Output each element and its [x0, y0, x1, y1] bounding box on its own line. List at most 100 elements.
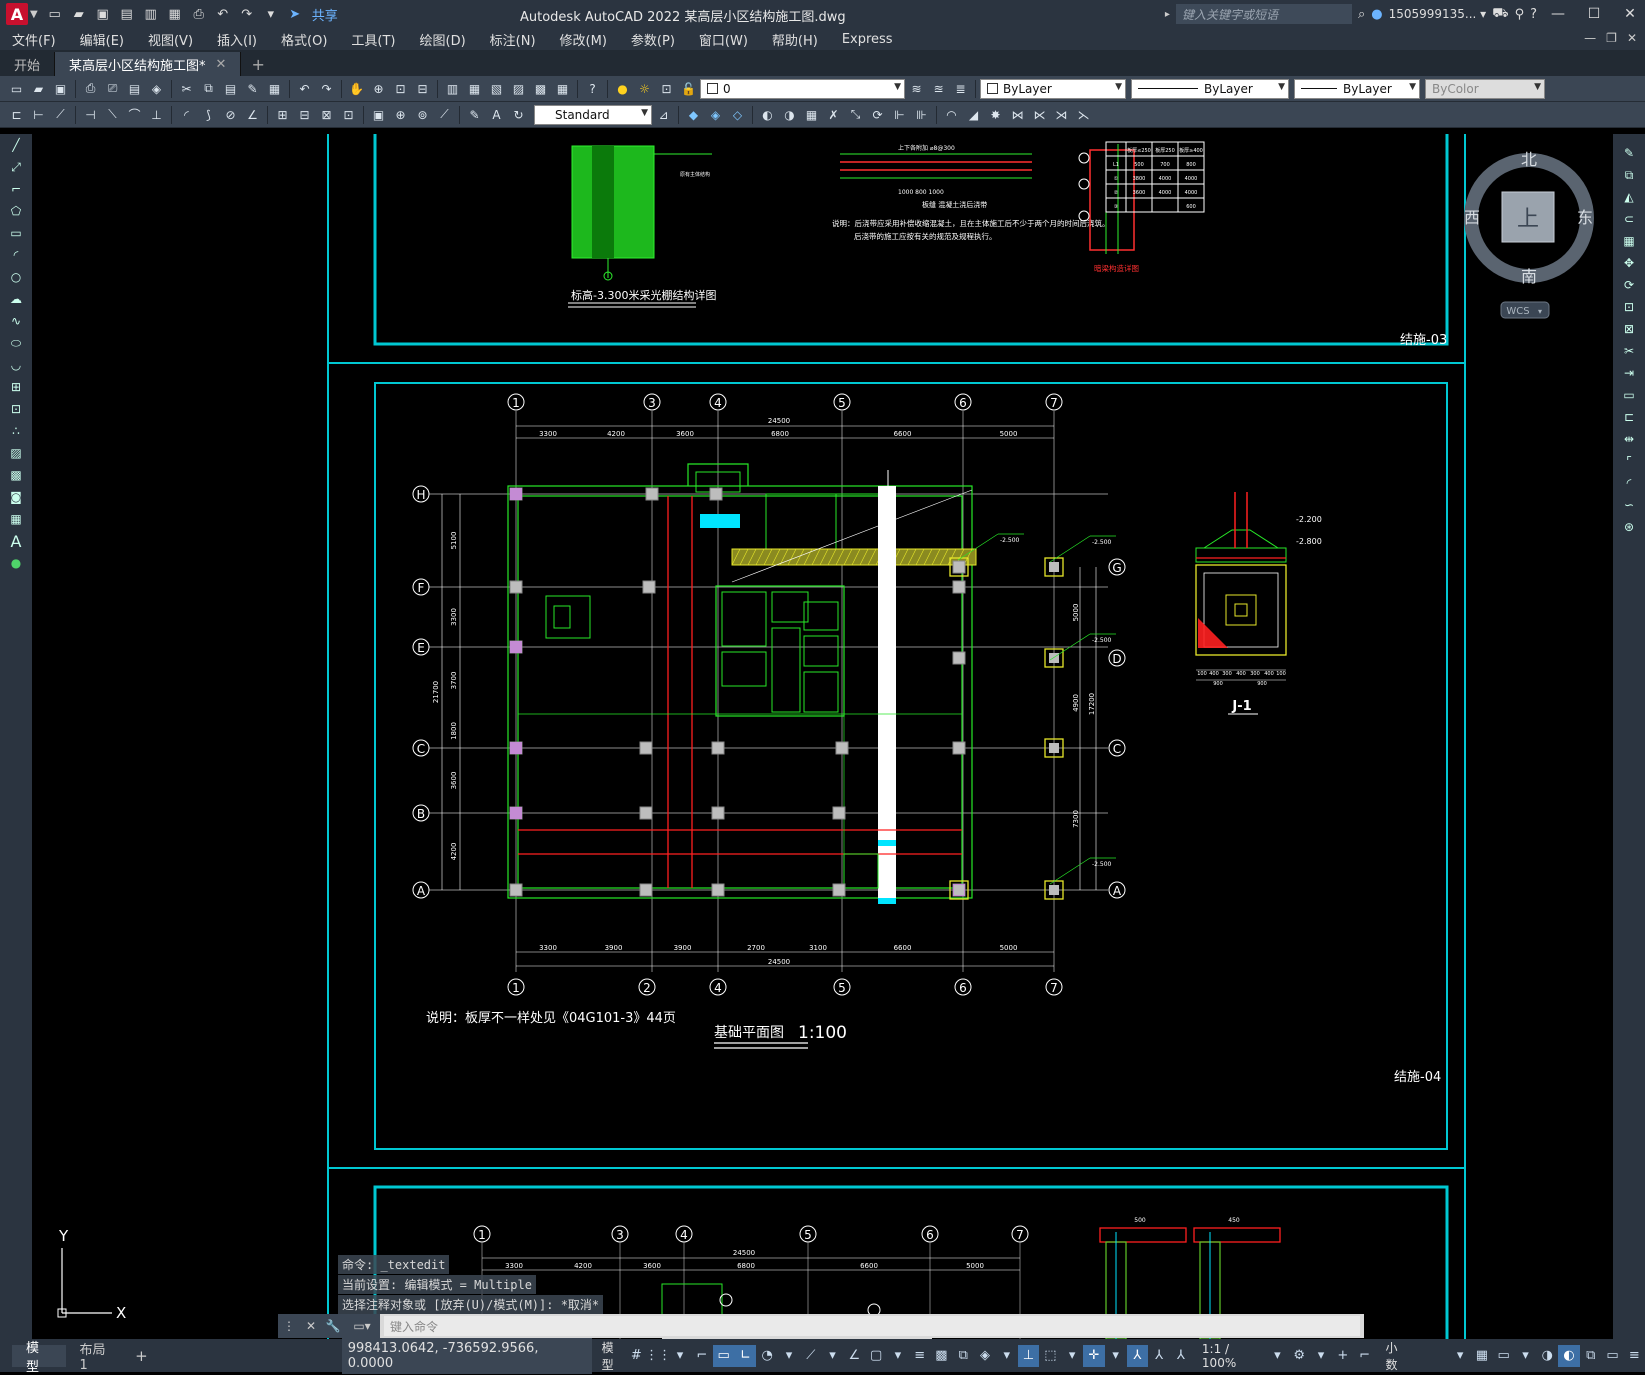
- linear-dimension-icon[interactable]: ⊢: [28, 104, 49, 125]
- copy-object-icon[interactable]: ◈: [705, 104, 726, 125]
- autodesk-a360-icon[interactable]: ⚲: [1515, 7, 1525, 22]
- zoom-window-icon[interactable]: ⊡: [390, 78, 411, 99]
- break-icon[interactable]: ⊏: [1617, 406, 1641, 428]
- model-space-drawing[interactable]: 原有主体结构 标高-3.300米采光棚结构详图 上下各附加 ⌀8@300 100…: [32, 134, 1613, 1339]
- menu-item-4[interactable]: 格式(O): [281, 30, 327, 49]
- tolerance-icon[interactable]: ▣: [368, 104, 389, 125]
- linetype-dropdown[interactable]: ByLayer ▼: [1131, 78, 1289, 99]
- rectangle-icon[interactable]: ▭: [0, 222, 32, 244]
- units-value[interactable]: 小数: [1385, 1339, 1409, 1373]
- 3d-osnap-icon[interactable]: ◈: [974, 1345, 996, 1367]
- join-icon[interactable]: ⋈: [1007, 104, 1028, 125]
- dim-diameter-icon[interactable]: ⊘: [220, 104, 241, 125]
- snap-dropdown-icon[interactable]: ▾: [669, 1345, 691, 1367]
- help-icon[interactable]: ?: [1530, 7, 1537, 22]
- dimstyle-manager-icon[interactable]: ⊿: [653, 104, 674, 125]
- sheet-set-icon[interactable]: ▨: [508, 78, 529, 99]
- scale-icon[interactable]: ⤡: [845, 104, 866, 125]
- open-web-icon[interactable]: ▥: [140, 4, 162, 24]
- lineweight-dropdown[interactable]: ByLayer ▼: [1294, 78, 1420, 99]
- rotate-icon[interactable]: ⟳: [867, 104, 888, 125]
- annotation-visibility-icon[interactable]: ⅄: [1126, 1344, 1149, 1367]
- menu-item-1[interactable]: 编辑(E): [80, 30, 124, 49]
- pedit-icon[interactable]: ⋋: [1073, 104, 1094, 125]
- menu-item-0[interactable]: 文件(F): [12, 30, 56, 49]
- construction-line-icon[interactable]: ⤢: [0, 156, 32, 178]
- object-snap-icon[interactable]: ▢: [865, 1345, 887, 1367]
- transparency-icon[interactable]: ▩: [931, 1345, 953, 1367]
- array-icon[interactable]: ▦: [1617, 230, 1641, 252]
- menu-item-5[interactable]: 工具(T): [351, 30, 395, 49]
- multiline-text-icon[interactable]: A: [0, 530, 32, 552]
- app-menu-chevron-icon[interactable]: ▼: [30, 9, 38, 20]
- cart-icon[interactable]: ⛟: [1492, 6, 1508, 23]
- trim-icon[interactable]: ⊩: [889, 104, 910, 125]
- save-icon[interactable]: ▣: [92, 4, 114, 24]
- document-window-control-1[interactable]: ❐: [1606, 31, 1617, 45]
- move-icon[interactable]: ✥: [1617, 252, 1641, 274]
- units-icon[interactable]: ⌐: [1354, 1345, 1376, 1367]
- redo-icon[interactable]: ↷: [236, 4, 258, 24]
- mirror-icon[interactable]: ◭: [1617, 186, 1641, 208]
- calculator-icon[interactable]: ▦: [552, 78, 573, 99]
- inspect-icon[interactable]: ⊚: [412, 104, 433, 125]
- compass-east[interactable]: 东: [1577, 208, 1593, 227]
- isolate-objects-icon[interactable]: ◑: [1536, 1345, 1558, 1367]
- cut-icon[interactable]: ✂: [176, 78, 197, 99]
- chamfer-icon[interactable]: ◢: [963, 104, 984, 125]
- polyline-icon[interactable]: ⌐: [0, 178, 32, 200]
- undo-icon[interactable]: ↶: [294, 78, 315, 99]
- selection-cycling-icon[interactable]: ⧉: [952, 1345, 974, 1367]
- layer-lock-icon[interactable]: 🔓: [678, 78, 699, 99]
- filter-dropdown-icon[interactable]: ▾: [1061, 1345, 1083, 1367]
- lineweight-icon[interactable]: ≡: [909, 1345, 931, 1367]
- isometric-icon[interactable]: ⟋: [800, 1345, 822, 1367]
- break-icon[interactable]: ⋉: [1029, 104, 1050, 125]
- help-icon[interactable]: ?: [582, 78, 603, 99]
- layout-tab-0[interactable]: 模型: [12, 1341, 66, 1375]
- layer-on-icon[interactable]: ●: [612, 78, 633, 99]
- layer-freeze-icon[interactable]: ☼: [634, 78, 655, 99]
- close-tab-icon[interactable]: ✕: [216, 57, 227, 72]
- redo-icon[interactable]: ↷: [316, 78, 337, 99]
- infer-constraints-icon[interactable]: ⌐: [691, 1345, 713, 1367]
- maximize-button[interactable]: ☐: [1579, 6, 1609, 22]
- publish-icon[interactable]: ▤: [124, 78, 145, 99]
- dynamic-ucs-icon[interactable]: ⊥: [1017, 1344, 1040, 1367]
- plotstyle-dropdown[interactable]: ByColor ▼: [1425, 78, 1545, 99]
- layer-dropdown[interactable]: 0 ▼: [700, 78, 905, 99]
- viewcube[interactable]: 上 北 南 西 东 WCS ▾: [1464, 150, 1594, 319]
- qnew-icon[interactable]: ▭: [6, 78, 27, 99]
- explode-icon[interactable]: ✸: [985, 104, 1006, 125]
- layer-previous-icon[interactable]: ≊: [928, 78, 949, 99]
- menu-item-9[interactable]: 参数(P): [631, 30, 675, 49]
- ellipse-arc-icon[interactable]: ◡: [0, 354, 32, 376]
- pan-icon[interactable]: ✋: [346, 78, 367, 99]
- 3d-print-icon[interactable]: ◈: [146, 78, 167, 99]
- dim-continue-icon[interactable]: ⊠: [316, 104, 337, 125]
- autocad-logo-icon[interactable]: A: [6, 3, 28, 25]
- extend-icon[interactable]: ⇥: [1617, 362, 1641, 384]
- ellipse-icon[interactable]: ⬭: [0, 332, 32, 354]
- coordinates-readout[interactable]: 998413.0642, -736592.9566, 0.0000: [341, 1337, 592, 1374]
- drawing-canvas[interactable]: 原有主体结构 标高-3.300米采光棚结构详图 上下各附加 ⌀8@300 100…: [32, 134, 1613, 1339]
- polar-tracking-icon[interactable]: ◔: [756, 1345, 778, 1367]
- menu-item-11[interactable]: 帮助(H): [772, 30, 818, 49]
- recent-commands-icon[interactable]: ▭▾: [344, 1314, 380, 1338]
- menu-item-2[interactable]: 视图(V): [148, 30, 193, 49]
- compass-north[interactable]: 北: [1521, 150, 1537, 169]
- customize-command-icon[interactable]: 🔧: [322, 1314, 344, 1338]
- design-center-icon[interactable]: ▦: [464, 78, 485, 99]
- add-selected-icon[interactable]: ●: [0, 552, 32, 574]
- plot-preview-icon[interactable]: ⎚: [102, 78, 123, 99]
- make-current-layer-icon[interactable]: ≋: [906, 78, 927, 99]
- dim-space-icon[interactable]: ⊡: [338, 104, 359, 125]
- hatch-icon[interactable]: ▨: [0, 442, 32, 464]
- dim-text-edit-icon[interactable]: A: [486, 104, 507, 125]
- annotation-monitor-icon[interactable]: +: [1332, 1345, 1354, 1367]
- stretch-icon[interactable]: ⊠: [1617, 318, 1641, 340]
- lock-ui-icon[interactable]: ▭: [1493, 1345, 1515, 1367]
- search-expand-icon[interactable]: ▸: [1165, 9, 1170, 20]
- command-input[interactable]: 键入命令: [384, 1316, 1360, 1336]
- document-tab-1[interactable]: 某高层小区结构施工图* ✕: [55, 52, 242, 76]
